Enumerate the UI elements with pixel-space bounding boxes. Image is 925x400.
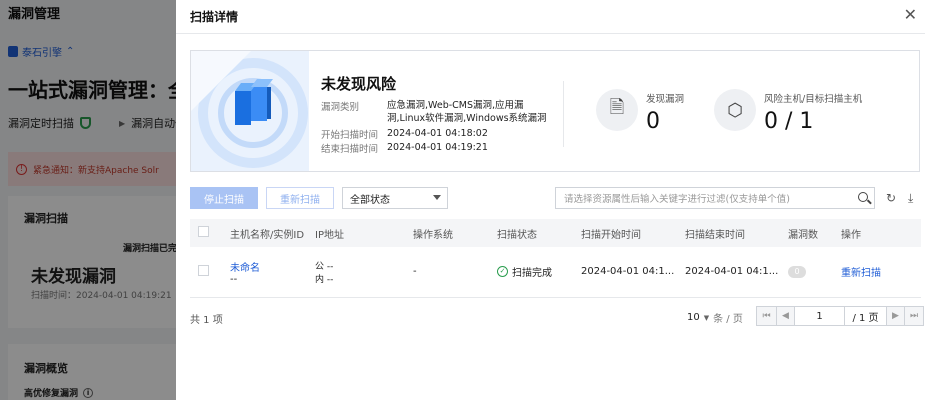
drawer-header: 扫描详情 ✕ bbox=[176, 0, 925, 34]
table-toolbar: 停止扫描 重新扫描 全部状态 请选择资源属性后输入关键字进行过滤(仅支持单个值)… bbox=[190, 187, 921, 211]
refresh-icon[interactable]: ↻ bbox=[886, 191, 896, 205]
col-os: 操作系统 bbox=[413, 219, 497, 247]
found-vuln-stat: 🗎 发现漏洞 0 bbox=[596, 89, 684, 134]
total-count: 共 1 项 bbox=[190, 315, 223, 326]
summary-divider bbox=[563, 81, 564, 147]
ip-public: 公 -- bbox=[315, 261, 334, 272]
modal-overlay[interactable] bbox=[0, 0, 176, 400]
col-end: 扫描结束时间 bbox=[685, 219, 788, 247]
stop-scan-button[interactable]: 停止扫描 bbox=[190, 187, 258, 209]
risk-host-stat: ⬡ 风险主机/目标扫描主机 0 / 1 bbox=[714, 89, 862, 134]
start-time-cell: 2024-04-01 04:1... bbox=[581, 247, 685, 298]
start-time-value: 2024-04-01 04:18:02 bbox=[387, 128, 488, 139]
end-time-value: 2024-04-01 04:19:21 bbox=[387, 142, 488, 153]
page-size-value: 10 bbox=[687, 312, 700, 323]
status-select[interactable]: 全部状态 bbox=[342, 187, 448, 209]
ip-private: 内 -- bbox=[315, 274, 334, 285]
end-time-cell: 2024-04-01 04:1... bbox=[685, 247, 788, 298]
page-input[interactable]: 1 bbox=[795, 307, 845, 325]
col-host: 主机名称/实例ID bbox=[230, 219, 315, 247]
select-all-checkbox[interactable] bbox=[198, 226, 209, 237]
drawer-title: 扫描详情 bbox=[190, 10, 239, 24]
instance-id: -- bbox=[230, 273, 238, 285]
row-rescan-link[interactable]: 重新扫描 bbox=[841, 268, 881, 279]
row-checkbox[interactable] bbox=[198, 264, 209, 276]
vuln-count-badge: 0 bbox=[788, 265, 806, 278]
scan-status-label: 扫描完成 bbox=[512, 268, 552, 280]
summary-title: 未发现风险 bbox=[321, 75, 397, 93]
table-row: 未命名 -- 公 -- 内 -- - ✓ 扫描完成 2024-04-01 04:… bbox=[190, 247, 921, 298]
end-time-row: 结束扫描时间 2024-04-01 04:19:21 bbox=[321, 141, 547, 155]
scan-results-table: 主机名称/实例ID IP地址 操作系统 扫描状态 扫描开始时间 扫描结束时间 漏… bbox=[190, 219, 921, 298]
table-header-row: 主机名称/实例ID IP地址 操作系统 扫描状态 扫描开始时间 扫描结束时间 漏… bbox=[190, 219, 921, 247]
col-start: 扫描开始时间 bbox=[581, 219, 685, 247]
table-footer: 共 1 项 10 ▼ 条 / 页 ⏮ ◀ 1 / 1 页 ▶ ⏭ bbox=[190, 306, 924, 328]
box-icon: ⬡ bbox=[714, 89, 756, 131]
col-status: 扫描状态 bbox=[497, 219, 581, 247]
last-page-icon[interactable]: ⏭ bbox=[905, 307, 923, 325]
start-time-label: 开始扫描时间 bbox=[321, 130, 379, 141]
close-icon[interactable]: ✕ bbox=[904, 6, 917, 24]
col-ip: IP地址 bbox=[315, 219, 413, 247]
vuln-type-value: 应急漏洞,Web-CMS漏洞,应用漏洞,Linux软件漏洞,Windows系统漏… bbox=[387, 100, 547, 124]
check-circle-icon: ✓ bbox=[497, 266, 508, 278]
col-vulns: 漏洞数 bbox=[788, 219, 841, 247]
search-input[interactable]: 请选择资源属性后输入关键字进行过滤(仅支持单个值) bbox=[555, 187, 875, 209]
os-cell: - bbox=[413, 247, 497, 298]
scan-status: ✓ 扫描完成 bbox=[497, 264, 552, 279]
scan-summary-card: 未发现风险 漏洞类别 应急漏洞,Web-CMS漏洞,应用漏洞,Linux软件漏洞… bbox=[190, 50, 920, 172]
vuln-type-row: 漏洞类别 应急漏洞,Web-CMS漏洞,应用漏洞,Linux软件漏洞,Windo… bbox=[321, 99, 547, 125]
end-time-label: 结束扫描时间 bbox=[321, 144, 379, 155]
download-icon[interactable]: ⤓ bbox=[908, 191, 913, 206]
prev-page-icon[interactable]: ◀ bbox=[777, 307, 795, 325]
search-placeholder: 请选择资源属性后输入关键字进行过滤(仅支持单个值) bbox=[564, 194, 790, 205]
rescan-button[interactable]: 重新扫描 bbox=[266, 187, 334, 209]
page-size-select[interactable]: 10 ▼ 条 / 页 bbox=[687, 310, 743, 325]
status-select-value: 全部状态 bbox=[350, 194, 390, 206]
start-time-row: 开始扫描时间 2024-04-01 04:18:02 bbox=[321, 127, 547, 141]
col-action: 操作 bbox=[841, 219, 921, 247]
first-page-icon[interactable]: ⏮ bbox=[757, 307, 777, 325]
found-vuln-value: 0 bbox=[646, 109, 660, 134]
page-size-unit: 条 / 页 bbox=[713, 314, 743, 325]
caret-down-icon: ▼ bbox=[703, 313, 710, 322]
risk-host-value: 0 / 1 bbox=[764, 109, 814, 134]
document-icon: 🗎 bbox=[596, 89, 638, 131]
scan-detail-drawer: 扫描详情 ✕ 未发现风险 漏洞类别 应急漏洞,Web-CMS漏洞,应用漏洞,Li… bbox=[176, 0, 925, 400]
risk-host-label: 风险主机/目标扫描主机 bbox=[764, 94, 863, 105]
found-vuln-label: 发现漏洞 bbox=[646, 94, 685, 105]
vuln-type-label: 漏洞类别 bbox=[321, 102, 360, 113]
scan-illustration-icon bbox=[191, 51, 309, 171]
host-name-link[interactable]: 未命名 bbox=[230, 259, 315, 274]
caret-down-icon bbox=[433, 195, 441, 200]
search-icon[interactable] bbox=[858, 192, 868, 202]
page-total: / 1 页 bbox=[845, 307, 887, 325]
next-page-icon[interactable]: ▶ bbox=[887, 307, 905, 325]
pagination: ⏮ ◀ 1 / 1 页 ▶ ⏭ bbox=[756, 306, 924, 326]
